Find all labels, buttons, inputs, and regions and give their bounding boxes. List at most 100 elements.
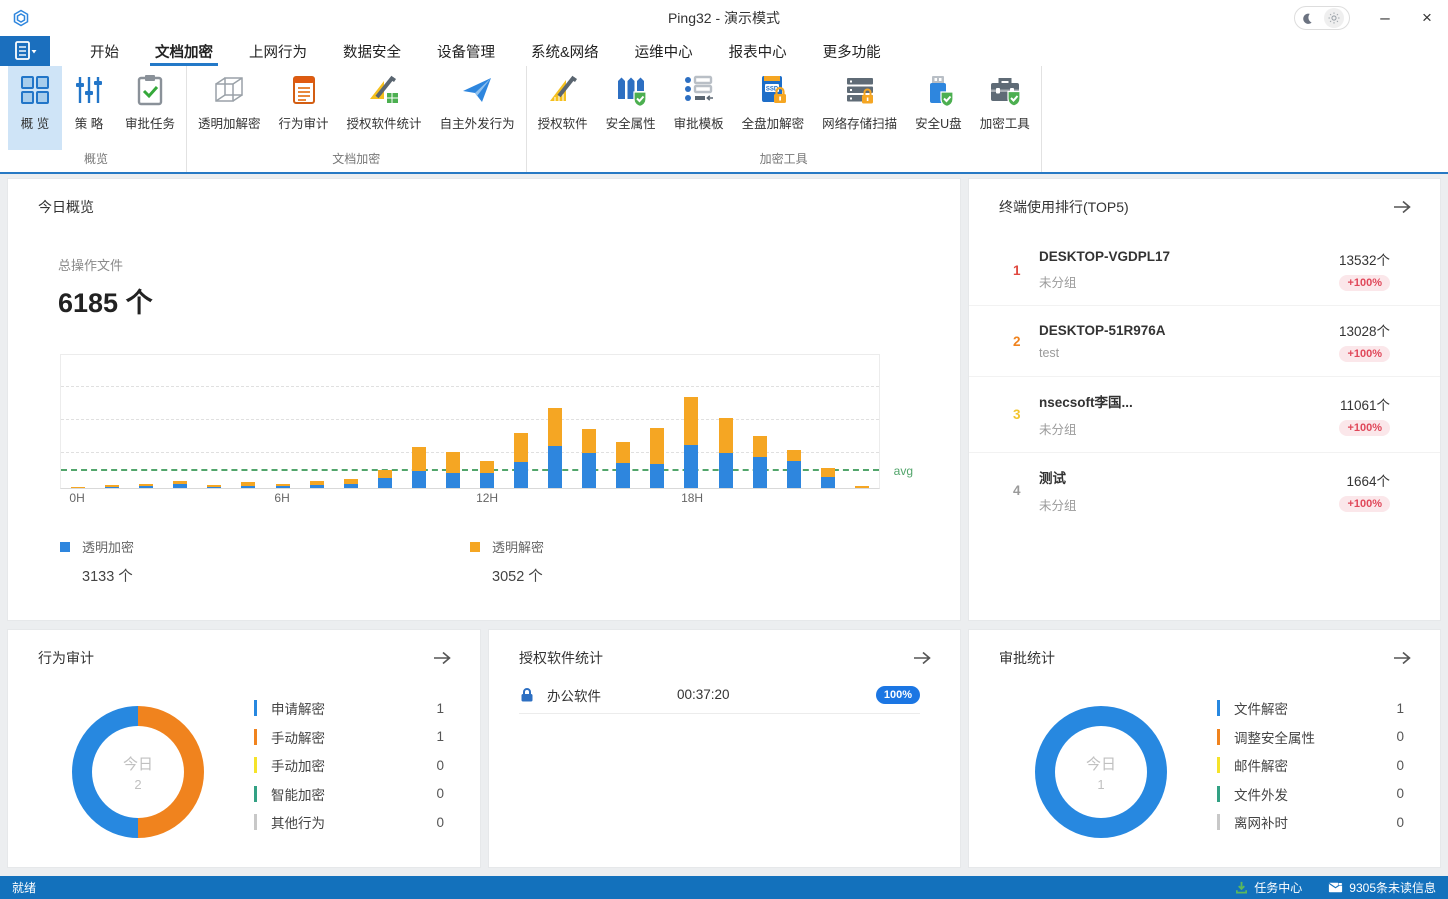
legend-value: 1 xyxy=(436,729,444,744)
tool-label: 审批任务 xyxy=(125,113,175,132)
donut-center-value: 1 xyxy=(1097,777,1104,792)
arrow-right-icon[interactable] xyxy=(432,650,452,666)
arrow-right-icon[interactable] xyxy=(1392,650,1412,666)
hourly-operations-chart: avg xyxy=(60,354,880,489)
approval-stats-panel: 审批统计 今日 1 文件解密1调整安全属性0邮件解密0文件外发0离网补时0 xyxy=(968,629,1441,868)
task-center-button[interactable]: 任务中心 xyxy=(1235,879,1302,896)
bar-segment xyxy=(378,478,392,488)
close-button[interactable]: × xyxy=(1406,1,1448,35)
tab-2[interactable]: 文档加密 xyxy=(152,36,216,66)
legend-label: 调整安全属性 xyxy=(1234,727,1396,747)
window-title: Ping32 - 演示模式 xyxy=(0,8,1448,28)
legend-count: 3133 个 xyxy=(82,565,470,586)
bar-segment xyxy=(480,473,494,488)
bar-segment xyxy=(548,446,562,488)
rank-number: 4 xyxy=(1013,483,1039,498)
template-list-icon xyxy=(682,73,716,107)
rank-number: 2 xyxy=(1013,334,1039,349)
tool-server-lock[interactable]: 网络存储扫描 xyxy=(813,66,906,150)
tab-7[interactable]: 运维中心 xyxy=(632,36,696,66)
audit-list-icon xyxy=(287,73,321,107)
tool-ssd-lock[interactable]: SSD全盘加解密 xyxy=(733,66,814,150)
bar-segment xyxy=(616,463,630,488)
tool-label: 全盘加解密 xyxy=(742,113,805,132)
behavior-donut-chart: 今日 2 xyxy=(72,706,204,838)
tool-ruler-pencil[interactable]: 授权软件 xyxy=(529,66,597,150)
bar-hour-22 xyxy=(811,468,845,488)
software-usage-row: 办公软件 00:37:20 100% xyxy=(519,682,920,714)
usb-shield-icon xyxy=(921,73,955,107)
main-menu-button[interactable] xyxy=(0,36,50,66)
legend-swatch xyxy=(1217,700,1220,716)
legend-swatch xyxy=(254,757,257,773)
ribbon-group: 授权软件安全属性审批模板SSD全盘加解密网络存储扫描安全U盘加密工具加密工具 xyxy=(527,66,1042,172)
theme-toggle[interactable] xyxy=(1294,6,1350,30)
tool-toolbox-shield[interactable]: 加密工具 xyxy=(971,66,1039,150)
bar-segment xyxy=(787,450,801,461)
legend-label: 透明加密 xyxy=(82,537,134,556)
tab-8[interactable]: 报表中心 xyxy=(726,36,790,66)
tab-6[interactable]: 系统&网络 xyxy=(528,36,602,66)
terminal-name: 测试 xyxy=(1039,467,1339,487)
terminal-name: DESKTOP-VGDPL17 xyxy=(1039,249,1339,264)
tool-template-list[interactable]: 审批模板 xyxy=(665,66,733,150)
arrow-right-icon[interactable] xyxy=(1392,199,1412,215)
tool-fence-shield[interactable]: 安全属性 xyxy=(597,66,665,150)
chart-bars xyxy=(61,355,879,488)
bar-hour-1 xyxy=(95,485,129,488)
software-percent-badge: 100% xyxy=(876,686,920,704)
tab-3[interactable]: 上网行为 xyxy=(246,36,310,66)
ribbon-toolbar: 概 览策 略审批任务概览透明加解密行为审计授权软件统计自主外发行为文档加密授权软… xyxy=(0,66,1448,174)
tool-usb-shield[interactable]: 安全U盘 xyxy=(906,66,971,150)
mail-icon xyxy=(1328,882,1343,893)
tool-sliders[interactable]: 策 略 xyxy=(62,66,116,150)
titlebar: Ping32 - 演示模式 – × xyxy=(0,0,1448,36)
tab-9[interactable]: 更多功能 xyxy=(820,36,884,66)
rank-number: 3 xyxy=(1013,407,1039,422)
terminal-count: 13532个 xyxy=(1339,249,1390,269)
arrow-right-icon[interactable] xyxy=(912,650,932,666)
bar-segment xyxy=(650,464,664,488)
server-lock-icon xyxy=(843,73,877,107)
bar-segment xyxy=(514,433,528,462)
legend-value: 0 xyxy=(1396,786,1404,801)
terminal-ranking-row[interactable]: 2DESKTOP-51R976Atest13028个+100% xyxy=(969,306,1440,377)
tab-1[interactable]: 开始 xyxy=(87,36,122,66)
terminal-ranking-row[interactable]: 1DESKTOP-VGDPL17未分组13532个+100% xyxy=(969,235,1440,306)
legend-swatch xyxy=(254,814,257,830)
tool-cube[interactable]: 透明加解密 xyxy=(189,66,270,150)
terminal-ranking-row[interactable]: 3nsecsoft李国...未分组11061个+100% xyxy=(969,377,1440,453)
legend-item: 透明解密3052 个 xyxy=(470,537,880,586)
paper-plane-icon xyxy=(460,73,494,107)
tab-4[interactable]: 数据安全 xyxy=(340,36,404,66)
tab-5[interactable]: 设备管理 xyxy=(434,36,498,66)
unread-messages-button[interactable]: 9305条未读信息 xyxy=(1328,879,1436,896)
licensed-software-title: 授权软件统计 xyxy=(519,648,603,668)
tool-label: 概 览 xyxy=(21,113,49,132)
fence-shield-icon xyxy=(614,73,648,107)
ribbon-tab-row: 开始文档加密上网行为数据安全设备管理系统&网络运维中心报表中心更多功能 xyxy=(0,36,1448,66)
legend-value: 0 xyxy=(436,758,444,773)
cube-icon xyxy=(212,73,246,107)
sun-icon[interactable] xyxy=(1324,8,1344,28)
terminal-ranking-row[interactable]: 4测试未分组1664个+100% xyxy=(969,453,1440,528)
tool-grid[interactable]: 概 览 xyxy=(8,66,62,150)
donut-center-value: 2 xyxy=(134,777,141,792)
approval-stats-legend: 文件解密1调整安全属性0邮件解密0文件外发0离网补时0 xyxy=(1217,694,1404,837)
tool-clipboard-check[interactable]: 审批任务 xyxy=(116,66,184,150)
legend-label: 离网补时 xyxy=(1234,812,1396,832)
tool-label: 安全U盘 xyxy=(915,113,962,132)
tool-ruler-stats[interactable]: 授权软件统计 xyxy=(338,66,431,150)
tool-audit-list[interactable]: 行为审计 xyxy=(270,66,338,150)
window-controls: – × xyxy=(1294,1,1448,35)
legend-item: 文件外发0 xyxy=(1217,780,1404,809)
moon-icon[interactable] xyxy=(1300,12,1313,25)
bar-segment xyxy=(105,487,119,488)
minimize-button[interactable]: – xyxy=(1364,1,1406,35)
bar-segment xyxy=(616,442,630,463)
tool-paper-plane[interactable]: 自主外发行为 xyxy=(431,66,524,150)
legend-label: 文件外发 xyxy=(1234,784,1396,804)
legend-label: 文件解密 xyxy=(1234,698,1396,718)
bar-hour-4 xyxy=(197,485,231,488)
legend-item: 文件解密1 xyxy=(1217,694,1404,723)
